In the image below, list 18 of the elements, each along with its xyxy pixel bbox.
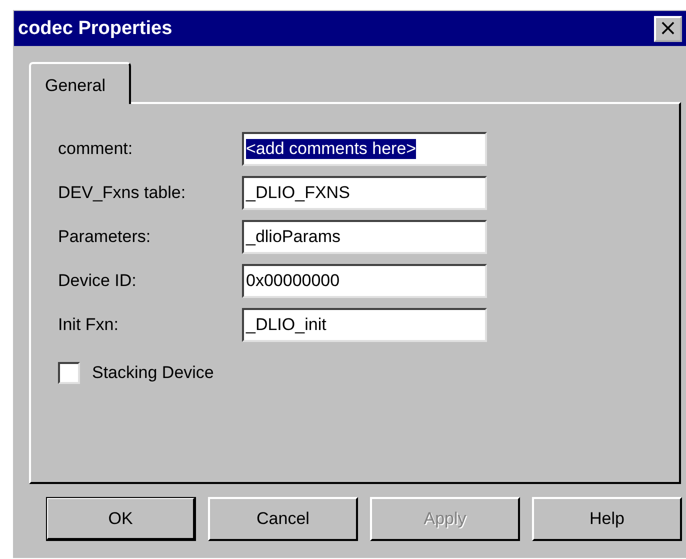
input-field[interactable]: <add comments here> (242, 132, 487, 166)
window-title: codec Properties (18, 18, 172, 40)
dialog-button[interactable]: Help (532, 497, 682, 541)
dialog-button[interactable]: OK (46, 497, 196, 541)
field-label: comment: (58, 139, 134, 159)
input-field[interactable]: _DLIO_init (242, 308, 487, 342)
close-button[interactable]: × (654, 16, 682, 42)
field-label: Device ID: (58, 271, 138, 291)
field-label: Init Fxn: (58, 315, 120, 335)
input-field[interactable]: _DLIO_FXNS (242, 176, 487, 210)
field-label: DEV_Fxns table: (58, 183, 187, 203)
input-field[interactable]: 0x00000000 (242, 264, 487, 298)
input-field[interactable]: _dlioParams (242, 220, 487, 254)
checkbox-label: Stacking Device (92, 363, 214, 383)
dialog-button[interactable]: Cancel (208, 497, 358, 541)
checkbox[interactable] (58, 362, 80, 384)
field-label: Parameters: (58, 227, 152, 247)
tab[interactable]: General (29, 62, 131, 104)
